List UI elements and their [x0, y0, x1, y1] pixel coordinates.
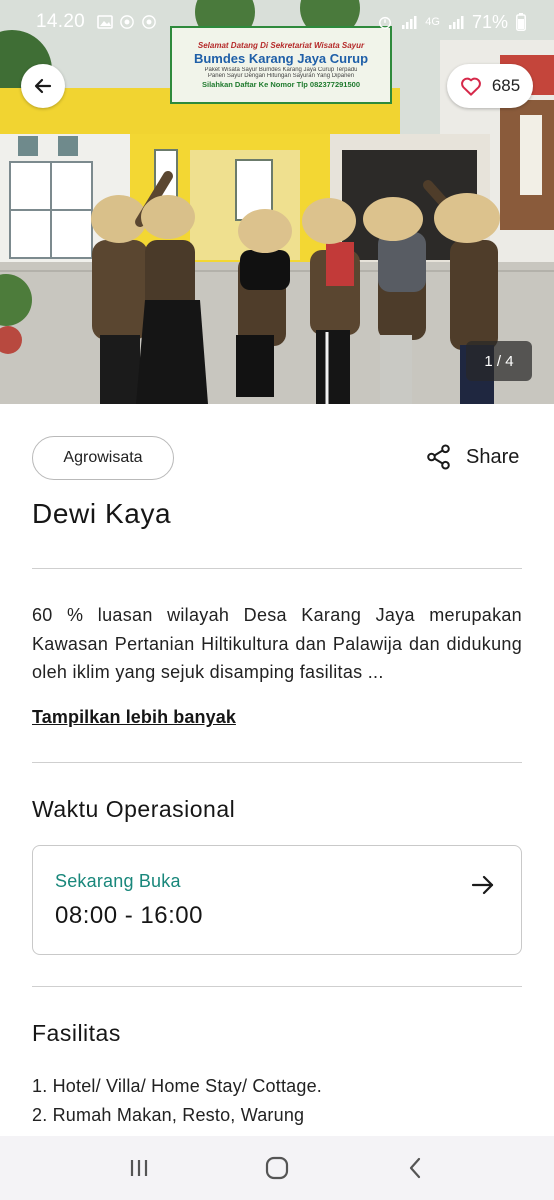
banner-title: Bumdes Karang Jaya Curup [193, 51, 369, 66]
list-item: 1. Hotel/ Villa/ Home Stay/ Cottage. [32, 1076, 323, 1096]
signal-icon [448, 16, 464, 29]
battery-icon [516, 13, 526, 31]
recent-apps-button[interactable] [114, 1143, 164, 1193]
like-button[interactable]: 685 [447, 64, 533, 108]
nav-back-button[interactable] [390, 1143, 440, 1193]
status-bar: 14.20 4G 71% [0, 0, 554, 44]
chevron-left-icon [409, 1157, 421, 1179]
alarm-icon [379, 16, 392, 29]
divider [32, 762, 522, 763]
chrome-icon [120, 15, 134, 29]
banner-line-2: Panen Sayur Dengan Hitungan Sayuran Yang… [207, 73, 355, 79]
hero-image[interactable]: Selamat Datang Di Sekretariat Wisata Say… [0, 0, 554, 404]
divider [32, 568, 522, 569]
page-title: Dewi Kaya [32, 498, 172, 529]
battery-percent: 71% [471, 11, 508, 32]
gallery-icon [97, 15, 113, 29]
share-label: Share [466, 445, 520, 468]
divider [32, 986, 522, 987]
status-notification-icons [97, 15, 157, 29]
opening-hours: 08:00 - 16:00 [55, 902, 203, 929]
share-nodes-icon [427, 444, 450, 470]
operating-hours-card[interactable]: Sekarang Buka 08:00 - 16:00 [32, 845, 522, 955]
open-status: Sekarang Buka [55, 871, 181, 891]
status-right: 4G 71% [377, 12, 526, 33]
description-text: 60 % luasan wilayah Desa Karang Jaya mer… [32, 605, 522, 682]
status-time: 14.20 [36, 11, 86, 32]
arrow-right-icon [471, 875, 494, 895]
facilities-title: Fasilitas [32, 1020, 121, 1046]
share-button[interactable]: Share [426, 444, 519, 470]
network-type: 4G [425, 16, 440, 28]
operating-hours-title: Waktu Operasional [32, 796, 236, 822]
list-item: 2. Rumah Makan, Resto, Warung [32, 1105, 305, 1125]
signal-icon [402, 16, 417, 29]
home-icon [265, 1156, 289, 1180]
system-nav-bar [0, 1136, 554, 1200]
category-chip[interactable]: Agrowisata [32, 436, 174, 480]
heart-outline-icon [460, 77, 481, 96]
home-button[interactable] [252, 1143, 302, 1193]
image-counter: 1 / 4 [466, 341, 532, 381]
recent-apps-icon [130, 1160, 148, 1176]
show-more-link[interactable]: Tampilkan lebih banyak [32, 707, 236, 728]
facility-list: 1. Hotel/ Villa/ Home Stay/ Cottage. 2. … [32, 1072, 322, 1130]
like-count: 685 [491, 76, 521, 95]
banner-bottom-line: Silahkan Daftar Ke Nomor Tlp 08237729150… [202, 80, 360, 89]
arrow-left-icon [34, 78, 52, 94]
chrome-icon [142, 15, 156, 29]
back-button[interactable] [21, 64, 65, 108]
